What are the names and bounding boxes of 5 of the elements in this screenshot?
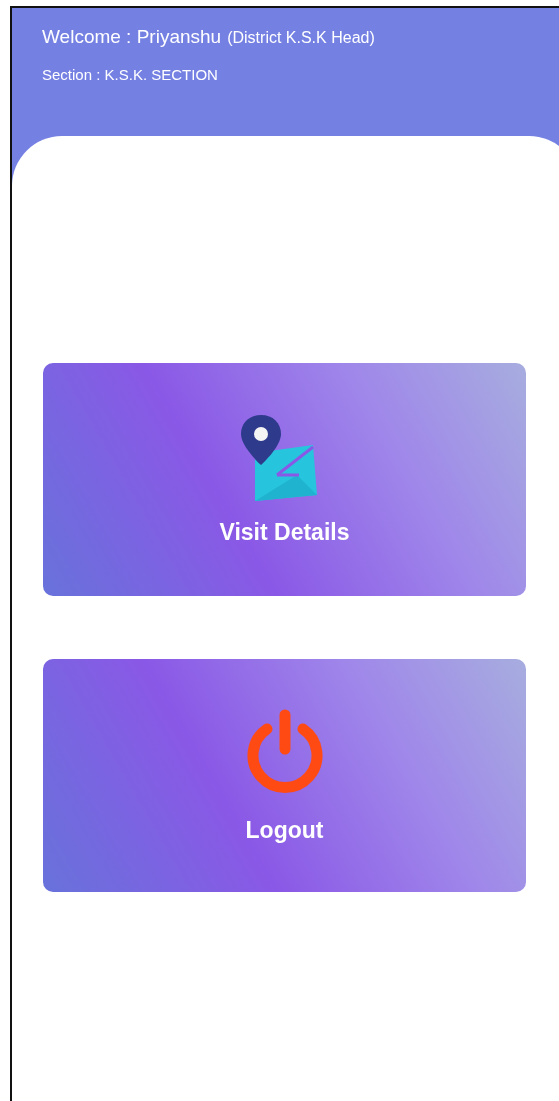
logout-button[interactable]: Logout (43, 659, 526, 892)
section-text: Section : K.S.K. SECTION (42, 66, 219, 83)
welcome-text: Welcome : Priyanshu (42, 26, 222, 48)
role-text: (District K.S.K Head) (227, 29, 375, 47)
menu-card-button[interactable]: Visit Details (43, 363, 526, 596)
